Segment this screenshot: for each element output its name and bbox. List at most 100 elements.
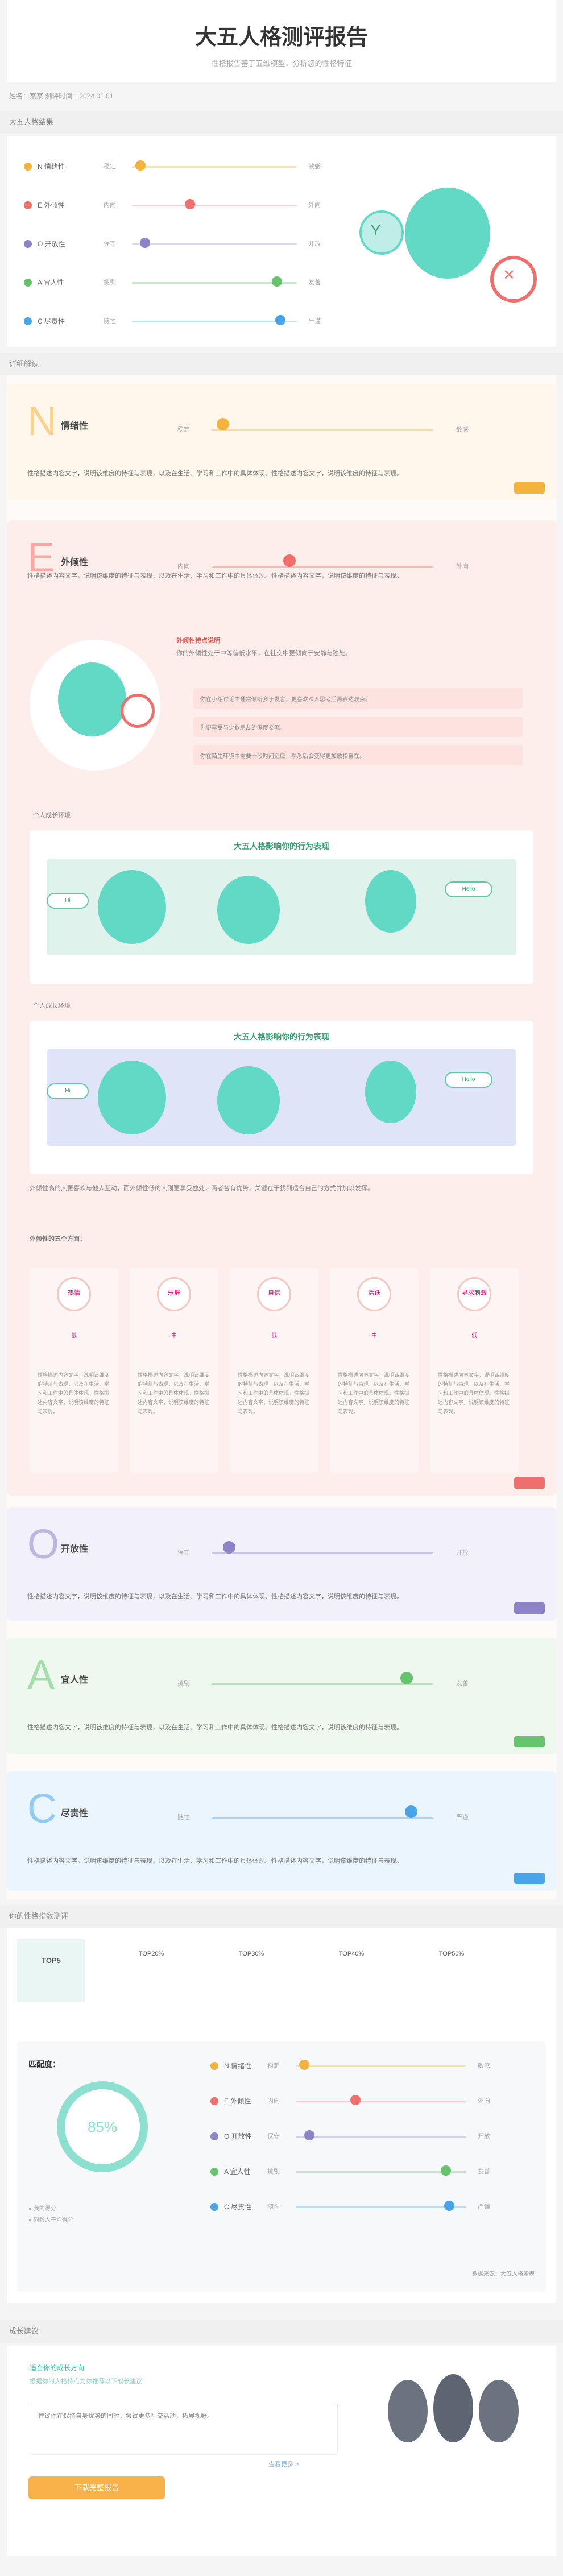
dimension-name: 外倾性 xyxy=(61,558,89,568)
dimension-tag xyxy=(514,482,545,494)
compare-tab[interactable]: TOP30% xyxy=(217,1950,285,1957)
trait-label: N 情绪性 xyxy=(224,2062,252,2070)
compare-tab[interactable]: TOP50% xyxy=(417,1950,486,1957)
trait-track xyxy=(296,2206,466,2208)
advice-text: 建议你在保持自身优势的同时，尝试更多社交活动，拓展视野。 xyxy=(38,2413,213,2420)
compare-tab[interactable]: TOP5 xyxy=(17,1939,85,2002)
trait-low-label: 保守 xyxy=(267,2133,280,2140)
section-details: 详细解读 xyxy=(0,353,563,375)
e-item: 你在小组讨论中通常倾听多于发言，更喜欢深入思考后再表达观点。 xyxy=(193,688,523,709)
dimension-high-label: 严谨 xyxy=(456,1814,469,1821)
trait-marker xyxy=(275,315,285,325)
trait-ring-label: 寻求刺激 xyxy=(462,1290,487,1297)
report-page: 大五人格测评报告 性格报告基于五维模型，分析您的性格特征 姓名：某某 测评时间：… xyxy=(0,0,563,2576)
dimension-track xyxy=(212,1683,433,1685)
trait-card: 热情低性格描述内容文字，说明该维度的特征与表现，以及在生活、学习和工作中的具体体… xyxy=(30,1268,118,1473)
trait-card: 活跃中性格描述内容文字，说明该维度的特征与表现，以及在生活、学习和工作中的具体体… xyxy=(330,1268,419,1473)
dimension-marker xyxy=(216,418,229,430)
dimension-low-label: 随性 xyxy=(177,1814,190,1821)
dimension-name: 情绪性 xyxy=(61,421,89,431)
trait-dot xyxy=(210,2062,218,2070)
overview-row: O 开放性 保守 开放 xyxy=(24,237,342,254)
trait-label: E 外倾性 xyxy=(224,2097,251,2105)
compare-row: N 情绪性 稳定 敏感 xyxy=(210,2059,529,2076)
dimension-marker xyxy=(400,1672,413,1684)
trait-low-label: 稳定 xyxy=(267,2063,280,2069)
trait-marker xyxy=(272,276,283,287)
trait-track xyxy=(132,166,297,168)
trait-desc: 性格描述内容文字，说明该维度的特征与表现，以及在生活、学习和工作中的具体体现。性… xyxy=(138,1372,210,1414)
dimension-letter: N xyxy=(27,399,57,444)
trait-label: N 情绪性 xyxy=(38,163,65,171)
compare-tab[interactable]: TOP40% xyxy=(317,1950,386,1957)
bubble-d: Hello xyxy=(445,1072,492,1088)
trait-dot xyxy=(210,2168,218,2176)
e-item-text: 你更享受与少数朋友的深度交流。 xyxy=(200,725,285,731)
dimension-name: 宜人性 xyxy=(61,1675,89,1685)
dimension-description: 性格描述内容文字，说明该维度的特征与表现，以及在生活、学习和工作中的具体体现。性… xyxy=(27,573,403,579)
trait-high-label: 严谨 xyxy=(478,2204,490,2210)
trait-tag: 低 xyxy=(271,1333,277,1339)
trait-track xyxy=(296,2136,466,2138)
dimension-low-label: 挑剔 xyxy=(177,1680,190,1687)
trait-marker xyxy=(140,238,151,248)
advice-title: 适合你的成长方向 xyxy=(30,2364,85,2372)
trait-label: C 尽责性 xyxy=(224,2203,252,2211)
dimension-track xyxy=(212,429,433,431)
trait-ring: 热情 xyxy=(57,1277,91,1311)
score-label: 匹配度： xyxy=(28,2060,60,2069)
e-avatar xyxy=(30,640,160,771)
download-report-button[interactable]: 下载完整报告 xyxy=(28,2476,165,2499)
strip1-title: 大五人格影响你的行为表现 xyxy=(234,842,329,851)
trait-low-label: 内向 xyxy=(104,202,116,209)
trait-track xyxy=(132,205,297,206)
trait-high-label: 外向 xyxy=(478,2098,490,2105)
dimension-description: 性格描述内容文字，说明该维度的特征与表现，以及在生活、学习和工作中的具体体现。性… xyxy=(27,1858,403,1865)
dimension-description: 性格描述内容文字，说明该维度的特征与表现，以及在生活、学习和工作中的具体体现。性… xyxy=(27,1724,403,1731)
dimension-tag xyxy=(514,1736,545,1747)
legend-mine-label: 我的得分 xyxy=(33,2206,56,2212)
trait-low-label: 挑剔 xyxy=(104,279,116,286)
trait-desc: 性格描述内容文字，说明该维度的特征与表现，以及在生活、学习和工作中的具体体现。性… xyxy=(38,1372,110,1414)
trait-ring-label: 自信 xyxy=(268,1290,280,1297)
advice-link[interactable]: 查看更多 > xyxy=(268,2459,299,2469)
trait-dot xyxy=(24,317,32,325)
strip1-label: 个人成长环境 xyxy=(33,812,71,819)
advice-text-box: 建议你在保持自身优势的同时，尝试更多社交活动，拓展视野。 xyxy=(30,2403,338,2455)
trait-high-label: 严谨 xyxy=(308,318,321,325)
trait-high-label: 友善 xyxy=(308,279,321,286)
trait-label: A 宜人性 xyxy=(38,279,64,287)
trait-ring: 活跃 xyxy=(357,1277,391,1311)
compare-row: C 尽责性 随性 严谨 xyxy=(210,2200,529,2217)
page-subtitle: 性格报告基于五维模型，分析您的性格特征 xyxy=(211,59,352,68)
overview-row: E 外倾性 内向 外向 xyxy=(24,198,342,215)
strip2-title: 大五人格影响你的行为表现 xyxy=(234,1032,329,1041)
trait-dot xyxy=(210,2203,218,2211)
overview-row: C 尽责性 随性 严谨 xyxy=(24,314,342,331)
report-meta: 姓名：某某 测评时间：2024.01.01 xyxy=(9,92,114,100)
trait-track xyxy=(132,243,297,245)
trait-low-label: 稳定 xyxy=(104,163,116,170)
trait-label: A 宜人性 xyxy=(224,2168,251,2176)
trait-high-label: 开放 xyxy=(308,241,321,247)
dimension-track xyxy=(212,566,433,568)
dimension-card-n: N 情绪性 稳定 敏感 性格描述内容文字，说明该维度的特征与表现，以及在生活、学习和工作… xyxy=(7,384,556,500)
e-item-text: 你在小组讨论中通常倾听多于发言，更喜欢深入思考后再表达观点。 xyxy=(200,697,371,703)
dimension-tag xyxy=(514,1477,545,1489)
trait-label: E 外倾性 xyxy=(38,201,65,209)
compare-tab[interactable]: TOP20% xyxy=(117,1950,185,1957)
trait-desc: 性格描述内容文字，说明该维度的特征与表现，以及在生活、学习和工作中的具体体现。性… xyxy=(238,1372,310,1414)
dimension-card-c: C 尽责性 随性 严谨 性格描述内容文字，说明该维度的特征与表现，以及在生活、学习和工作… xyxy=(7,1771,556,1891)
trait-track xyxy=(132,321,297,322)
dimension-card-o: O 开放性 保守 开放 性格描述内容文字，说明该维度的特征与表现，以及在生活、学习和工作… xyxy=(7,1507,556,1621)
dimension-name: 尽责性 xyxy=(61,1809,89,1819)
section-overview: 大五人格结果 xyxy=(0,111,563,134)
overview-panel: N 情绪性 稳定 敏感 E 外倾性 内向 外向 O 开放性 保守 开放 A 宜人性 挑剔 友善 C 尽责… xyxy=(7,136,556,347)
trait-tag: 低 xyxy=(71,1333,77,1339)
trait-dot xyxy=(24,279,32,287)
cards-title: 外倾性的五个方面： xyxy=(30,1236,86,1243)
y-icon: Y xyxy=(371,222,381,239)
trait-high-label: 友善 xyxy=(478,2168,490,2175)
dimension-high-label: 友善 xyxy=(456,1680,469,1687)
trait-low-label: 内向 xyxy=(267,2098,280,2105)
